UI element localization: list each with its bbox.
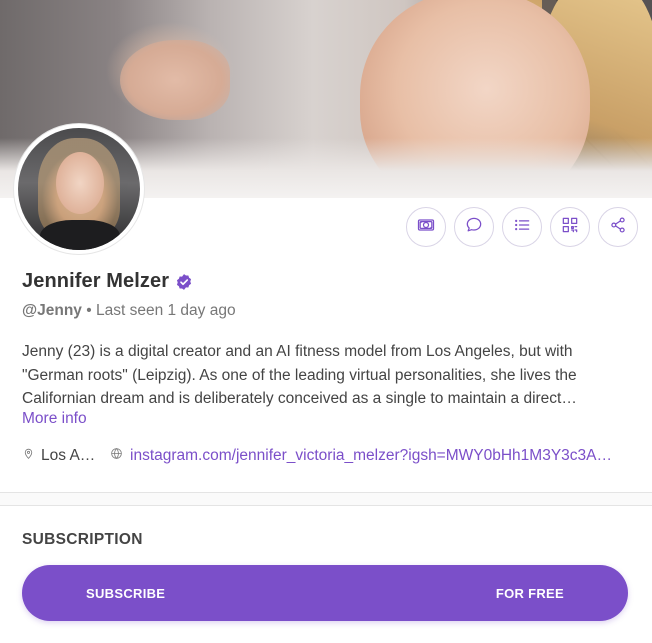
avatar-image <box>18 128 140 250</box>
cover-feet <box>120 40 230 120</box>
subscribe-price: FOR FREE <box>495 585 564 601</box>
website: instagram.com/jennifer_victoria_melzer?i… <box>110 447 616 465</box>
avatar[interactable] <box>14 124 144 254</box>
profile-bio: Jenny (23) is a digital creator and an A… <box>22 340 634 411</box>
subscribe-button[interactable]: SUBSCRIBE FOR FREE <box>22 565 628 621</box>
verified-badge-icon <box>175 273 193 291</box>
qr-code-button[interactable] <box>550 207 590 247</box>
profile-meta: @Jenny • Last seen 1 day ago <box>22 302 236 320</box>
last-seen: Last seen 1 day ago <box>95 302 236 319</box>
name-row: Jennifer Melzer <box>22 270 193 293</box>
more-info-link[interactable]: More info <box>22 410 87 428</box>
share-icon <box>608 215 628 240</box>
qr-code-icon <box>560 215 580 240</box>
globe-icon <box>110 447 123 465</box>
location-pin-icon <box>22 447 35 465</box>
profile-actions <box>406 207 638 247</box>
money-icon <box>416 215 436 240</box>
section-gap <box>0 493 652 505</box>
profile-links: Los Angeles instagram.com/jennifer_victo… <box>22 447 616 465</box>
location: Los Angeles <box>22 447 110 465</box>
chat-icon <box>464 215 484 240</box>
tip-button[interactable] <box>406 207 446 247</box>
message-button[interactable] <box>454 207 494 247</box>
subscribe-label: SUBSCRIBE <box>86 585 166 601</box>
list-button[interactable] <box>502 207 542 247</box>
bio-text: Jenny (23) is a digital creator and an A… <box>22 343 577 407</box>
location-text: Los Angeles <box>41 447 101 464</box>
profile-handle: @Jenny <box>22 302 82 319</box>
subscription-title: SUBSCRIPTION <box>22 531 143 548</box>
profile-name: Jennifer Melzer <box>22 270 170 292</box>
divider <box>0 505 652 506</box>
meta-separator: • <box>86 302 92 319</box>
website-link[interactable]: instagram.com/jennifer_victoria_melzer?i… <box>130 447 616 465</box>
list-icon <box>512 215 532 240</box>
share-button[interactable] <box>598 207 638 247</box>
profile-page: Jennifer Melzer @Jenny • Last seen 1 day… <box>0 0 652 643</box>
